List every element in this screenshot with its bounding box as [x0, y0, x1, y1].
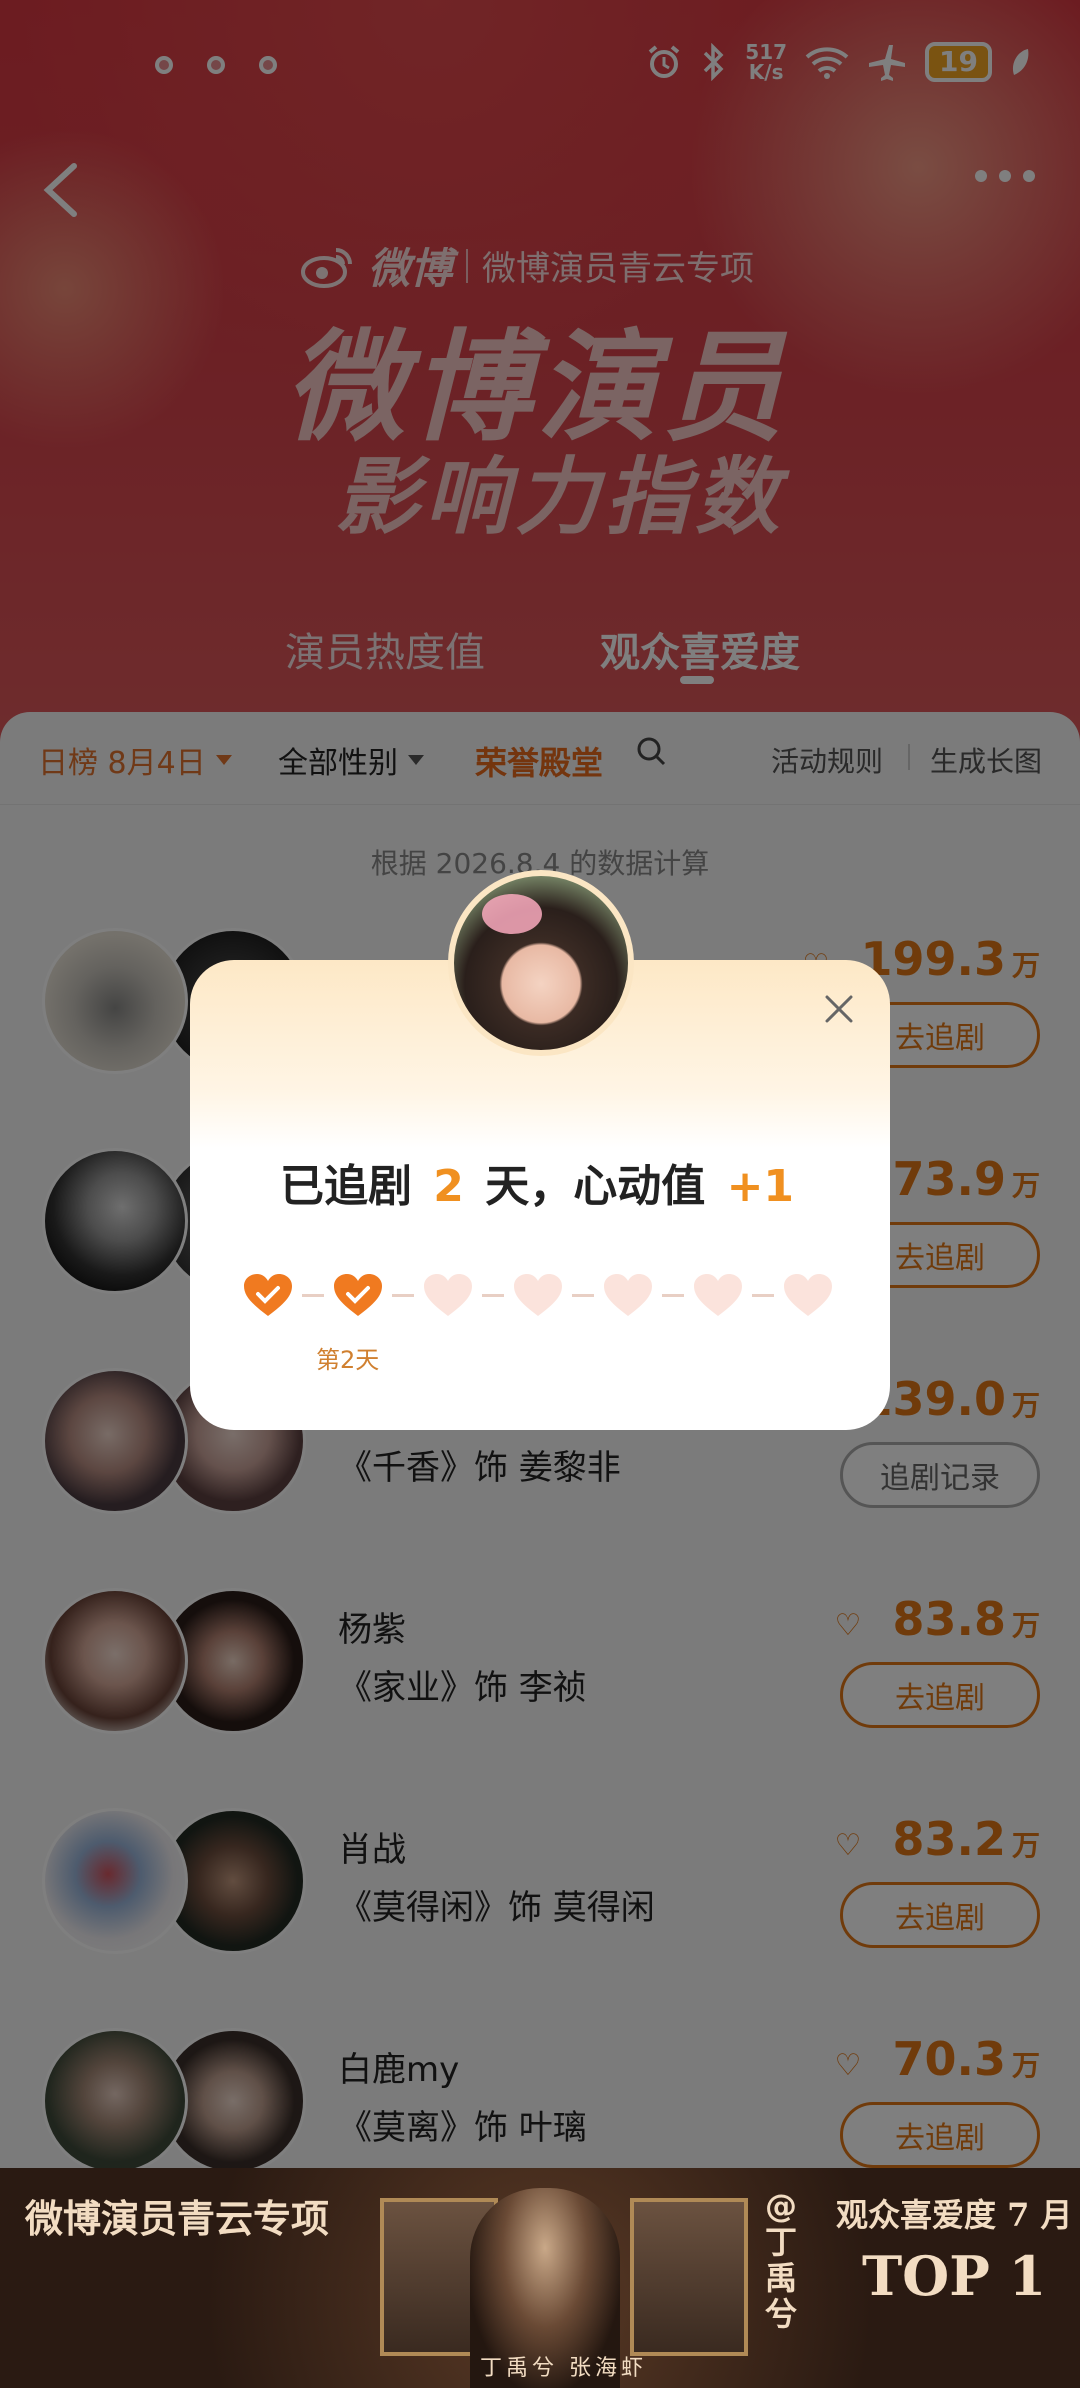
- progress-connector: [752, 1293, 774, 1297]
- heart-filled-icon: [244, 1274, 292, 1316]
- avatar-bow-decoration: [482, 894, 542, 934]
- close-icon[interactable]: [824, 994, 854, 1024]
- promo-banner[interactable]: 微博演员青云专项 丁禹兮 张海虾 @丁禹兮 观众喜爱度 7 月 TOP 1: [0, 2168, 1080, 2388]
- current-day-label: 第2天: [316, 1346, 380, 1374]
- heart-empty-icon: [514, 1274, 562, 1316]
- banner-title: 微博演员青云专项: [25, 2196, 330, 2241]
- checkin-mid: 天，心动值: [485, 1161, 706, 1212]
- checkin-message: 已追剧 2 天，心动值 +1: [190, 1150, 890, 1214]
- checkin-days: 2: [433, 1161, 464, 1212]
- progress-connector: [572, 1293, 594, 1297]
- heart-empty-icon: [694, 1274, 742, 1316]
- heart-empty-icon: [604, 1274, 652, 1316]
- heart-empty-icon: [784, 1274, 832, 1316]
- banner-names: 丁禹兮 张海虾: [480, 2356, 647, 2381]
- banner-photo: [630, 2198, 748, 2356]
- checkin-modal: 已追剧 2 天，心动值 +1 第2天: [190, 870, 890, 1430]
- heart-empty-icon: [424, 1274, 472, 1316]
- checkin-prefix: 已追剧: [279, 1161, 412, 1212]
- checkin-bonus: +1: [726, 1161, 795, 1212]
- progress-connector: [302, 1293, 324, 1297]
- progress-connector: [662, 1293, 684, 1297]
- banner-rank-value: TOP 1: [862, 2244, 1047, 2308]
- progress-connector: [482, 1293, 504, 1297]
- banner-rank-label: 观众喜爱度 7 月: [836, 2196, 1073, 2234]
- progress-connector: [392, 1293, 414, 1297]
- banner-vertical-handle: @丁禹兮: [765, 2187, 798, 2333]
- user-avatar: [448, 870, 634, 1056]
- heart-progress: [242, 1272, 834, 1318]
- heart-filled-icon: [334, 1274, 382, 1316]
